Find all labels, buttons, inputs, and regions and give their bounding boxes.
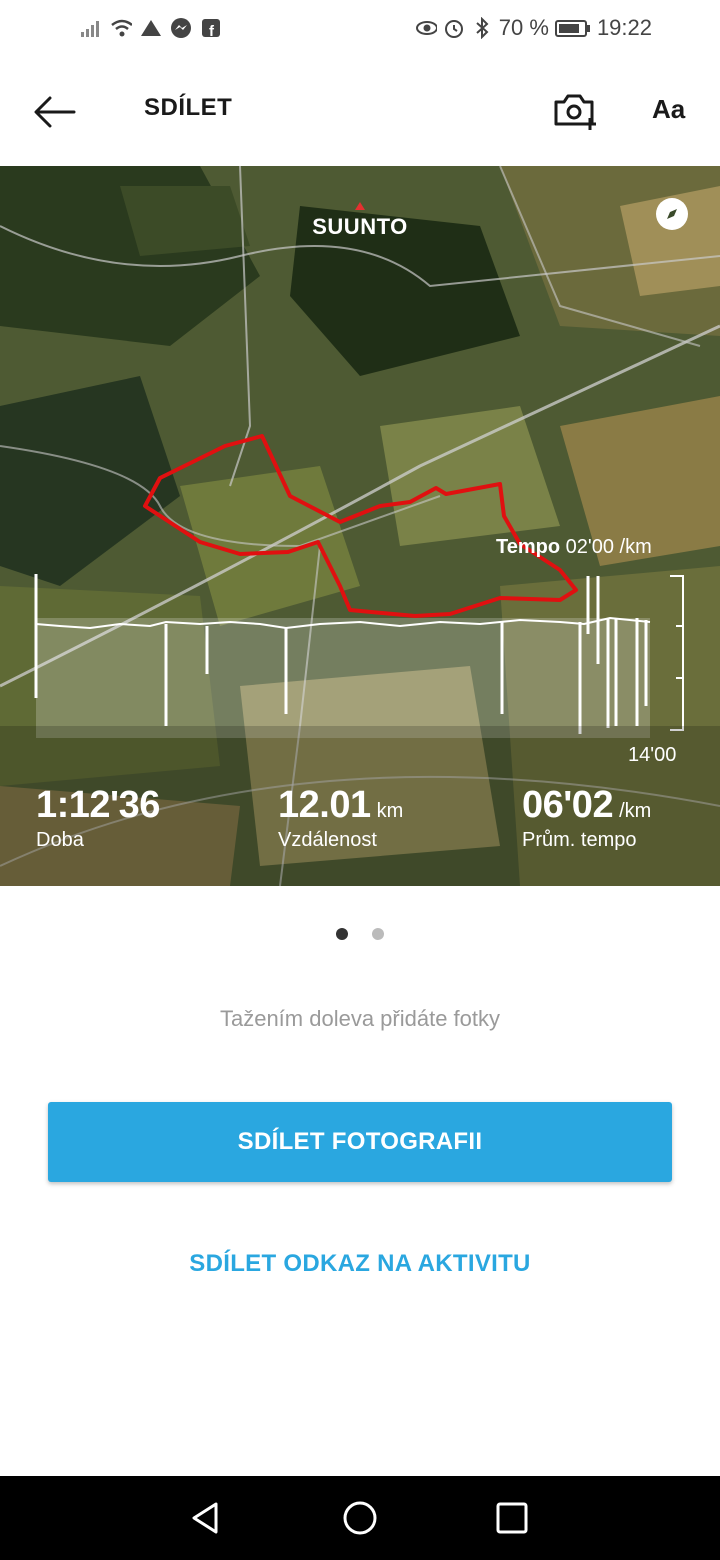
stat-label: Doba: [36, 829, 84, 851]
stat-avg-pace: 06'02/km Prům. tempo: [522, 784, 651, 852]
nav-back-button[interactable]: [186, 1498, 226, 1538]
alarm-icon: [443, 17, 465, 39]
tempo-scale-label: Tempo 02'00 /km: [496, 536, 652, 559]
wifi-icon: [110, 17, 132, 39]
compass-icon: [662, 204, 682, 224]
stat-distance: 12.01 km Vzdálenost: [278, 784, 403, 852]
battery-icon: [554, 17, 591, 39]
signal-icon: [80, 17, 102, 39]
status-left: f: [80, 17, 222, 39]
stat-duration: 1:12'36 Doba: [36, 784, 160, 852]
page-dot-2[interactable]: [372, 928, 384, 940]
add-photo-icon: [554, 94, 596, 130]
status-time: 19:22: [596, 15, 652, 40]
tempo-max-value: 14'00: [628, 744, 677, 766]
nav-home-button[interactable]: [340, 1498, 380, 1538]
bluetooth-icon: [471, 17, 493, 39]
battery-percent: 70 %: [498, 15, 549, 40]
stat-label: Prům. tempo: [522, 829, 637, 851]
triangle-back-icon: [192, 1502, 218, 1534]
eye-comfort-icon: [415, 17, 437, 39]
square-recents-icon: [496, 1502, 528, 1534]
tempo-title: Tempo: [496, 536, 561, 558]
add-photo-button[interactable]: [552, 90, 598, 130]
tempo-min-value: 02'00 /km: [565, 536, 652, 558]
page-title: SDÍLET: [144, 94, 233, 121]
stat-value: 1:12'36: [36, 784, 160, 826]
share-photo-button[interactable]: SDÍLET FOTOGRAFII: [48, 1102, 672, 1182]
arrow-left-icon: [34, 96, 76, 128]
mobile-data-icon: [140, 17, 162, 39]
top-app-bar: SDÍLET Aa: [0, 56, 720, 166]
share-activity-link-button[interactable]: SDÍLET ODKAZ NA AKTIVITU: [0, 1250, 720, 1278]
system-navigation-bar: [0, 1476, 720, 1560]
stat-unit: /km: [619, 800, 652, 822]
nav-recents-button[interactable]: [492, 1498, 532, 1538]
swipe-hint: Tažením doleva přidáte fotky: [219, 1006, 501, 1031]
page-indicator: [0, 928, 720, 940]
stat-unit: km: [376, 800, 404, 822]
text-style-button[interactable]: Aa: [652, 94, 685, 125]
messenger-icon: [170, 17, 192, 39]
suunto-logo-mark: [355, 202, 365, 210]
page-dot-1[interactable]: [336, 928, 348, 940]
activity-map: SUUNTO Tempo 02'00 /km 14'00 1:12'36 Dob…: [0, 166, 720, 886]
satellite-map-background: [0, 166, 720, 886]
suunto-logo: SUUNTO: [312, 214, 408, 239]
stat-label: Vzdálenost: [278, 829, 377, 851]
map-style-button[interactable]: [656, 198, 688, 230]
status-bar: f 70 % 19:22: [0, 0, 720, 56]
stat-value: 06'02: [522, 784, 614, 826]
circle-home-icon: [343, 1501, 377, 1535]
facebook-icon: f: [200, 17, 222, 39]
stat-value: 12.01: [278, 784, 371, 826]
back-button[interactable]: [30, 92, 80, 132]
status-right: 70 % 19:22: [415, 15, 652, 41]
